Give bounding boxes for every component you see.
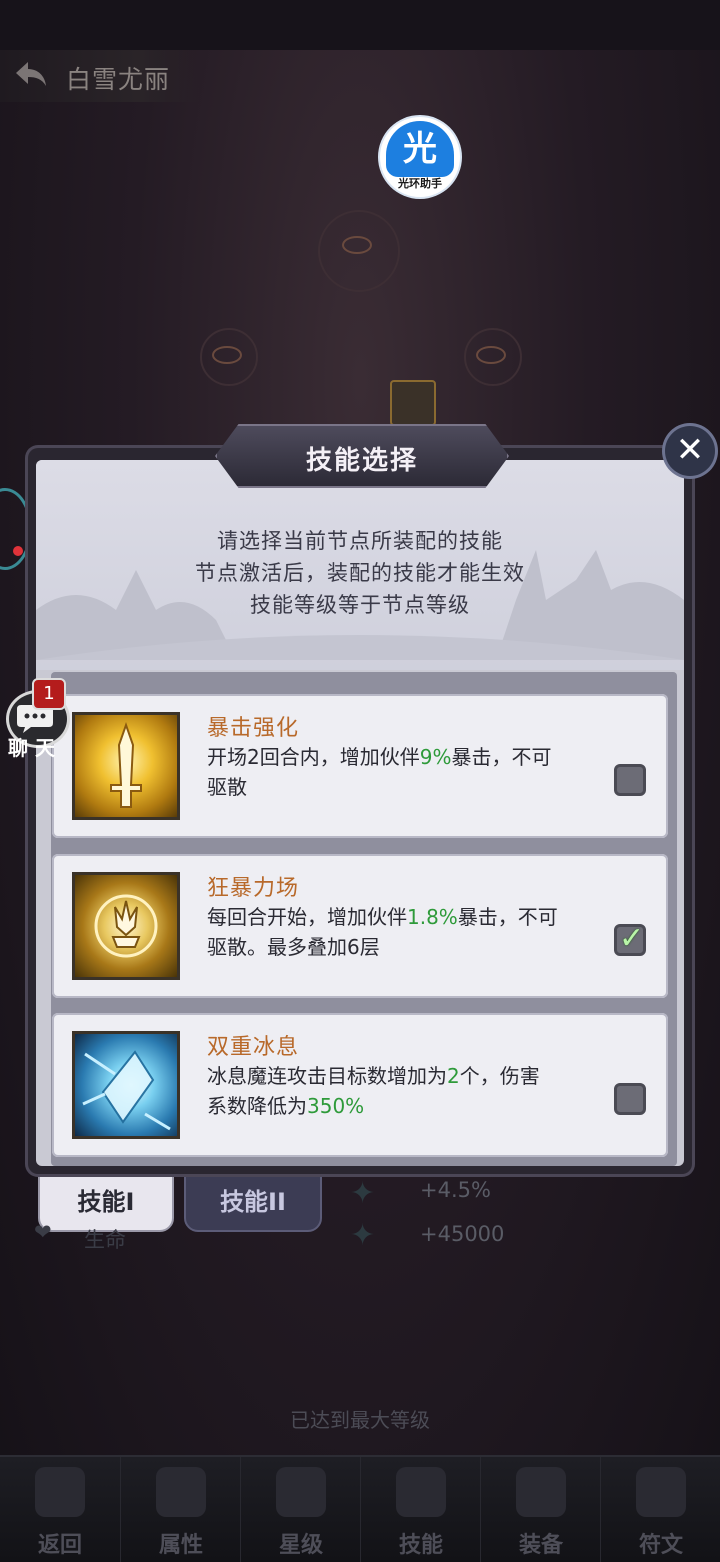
notification-dot — [13, 546, 23, 556]
max-level-text: 已达到最大等级 — [290, 1408, 430, 1432]
sword-icon — [72, 712, 180, 820]
logo-caption: 光环助手 — [398, 177, 442, 190]
close-button[interactable]: ✕ — [665, 426, 715, 476]
skill-name: 暴击强化 — [207, 716, 300, 741]
skill-description: 每回合开始，增加伙伴1.8%暴击，不可 驱散。最多叠加6层 — [207, 905, 558, 959]
close-icon: ✕ — [675, 430, 705, 470]
status-bar — [0, 0, 720, 50]
star-emblem-icon — [276, 1467, 326, 1517]
page-title: 白雪尤丽 — [66, 65, 171, 94]
node-icon[interactable] — [390, 380, 436, 426]
nav-label: 属性 — [158, 1533, 203, 1558]
nav-back[interactable]: 返回 — [0, 1457, 120, 1562]
skill-name: 狂暴力场 — [207, 876, 300, 901]
header-bar: 白雪尤丽 — [0, 50, 200, 102]
star-marker-icon: ✦ — [350, 1218, 376, 1253]
skill-card[interactable]: 狂暴力场 每回合开始，增加伙伴1.8%暴击，不可 驱散。最多叠加6层 ✓ — [52, 854, 668, 998]
skill-name: 双重冰息 — [207, 1035, 300, 1060]
nav-runes[interactable]: 符文 — [600, 1457, 720, 1562]
ice-crystal-icon — [72, 1031, 180, 1139]
eye-ornament-icon — [212, 346, 242, 364]
bottom-nav: 返回 属性 星级 技能 装备 符文 — [0, 1455, 720, 1562]
nav-equipment[interactable]: 装备 — [480, 1457, 601, 1562]
description-line: 技能等级等于节点等级 — [250, 593, 470, 617]
rune-icon — [636, 1467, 686, 1517]
hooded-figure-icon — [156, 1467, 206, 1517]
nav-stars[interactable]: 星级 — [240, 1457, 361, 1562]
stat-label: 生命 — [84, 1228, 126, 1252]
stat-value: +45000 — [420, 1222, 505, 1246]
description-line: 请选择当前节点所装配的技能 — [217, 529, 503, 553]
nav-label: 技能 — [398, 1533, 443, 1558]
nav-label: 返回 — [37, 1533, 82, 1558]
description-line: 节点激活后，装配的技能才能生效 — [195, 561, 525, 585]
eye-ornament-icon — [342, 236, 372, 254]
crossed-swords-icon — [516, 1467, 566, 1517]
tab-skill-2[interactable]: 技能II — [184, 1172, 322, 1232]
tab-label: 技能I — [77, 1188, 135, 1216]
dialog-title: 技能选择 — [305, 446, 418, 476]
stat-value: +4.5% — [420, 1178, 491, 1202]
scroll-icon — [396, 1467, 446, 1517]
skill-description: 冰息魔连攻击目标数增加为2个，伤害 系数降低为350% — [207, 1064, 540, 1118]
trident-orb-icon — [72, 872, 180, 980]
nav-label: 符文 — [638, 1533, 683, 1558]
return-icon — [35, 1467, 85, 1517]
dialog-description-area: 请选择当前节点所装配的技能 节点激活后，装配的技能才能生效 技能等级等于节点等级 — [36, 460, 684, 670]
skill-checkbox[interactable] — [614, 764, 646, 796]
logo-glyph: 光 — [386, 121, 454, 177]
eye-ornament-icon — [476, 346, 506, 364]
skill-description: 开场2回合内，增加伙伴9%暴击，不可 驱散 — [207, 745, 552, 799]
back-arrow-icon[interactable] — [12, 58, 50, 92]
skill-card[interactable]: 双重冰息 冰息魔连攻击目标数增加为2个，伤害 系数降低为350% — [52, 1013, 668, 1157]
nav-attributes[interactable]: 属性 — [120, 1457, 241, 1562]
star-marker-icon: ✦ — [350, 1176, 376, 1211]
nav-label: 装备 — [518, 1533, 563, 1558]
skill-card[interactable]: 暴击强化 开场2回合内，增加伙伴9%暴击，不可 驱散 — [52, 694, 668, 838]
dialog-title-plate: 技能选择 — [215, 424, 509, 488]
tab-label: 技能II — [220, 1188, 286, 1216]
skill-checkbox[interactable] — [614, 1083, 646, 1115]
nav-label: 星级 — [278, 1533, 323, 1558]
skill-checkbox[interactable]: ✓ — [614, 921, 646, 956]
chat-label: 聊 天 — [8, 736, 55, 760]
nav-skills[interactable]: 技能 — [360, 1457, 481, 1562]
tab-skill-1[interactable]: 技能I — [38, 1172, 174, 1232]
heart-icon: ❤ — [34, 1220, 52, 1244]
chat-unread-badge: 1 — [32, 678, 66, 710]
checkmark-icon: ✓ — [619, 921, 645, 956]
logo-badge[interactable]: 光 光环助手 — [380, 117, 460, 197]
